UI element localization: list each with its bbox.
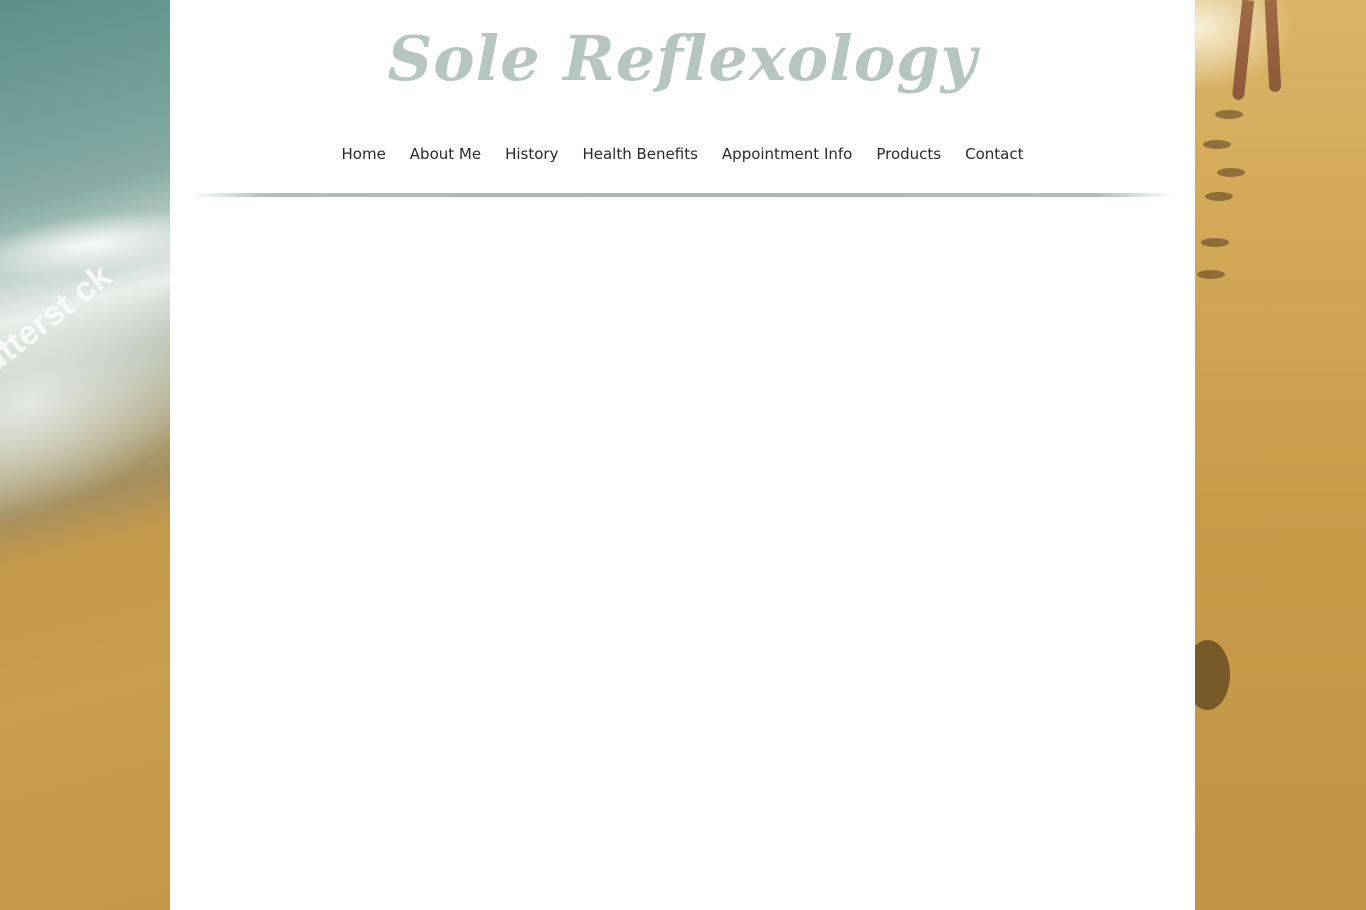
nav-item-history: History — [493, 143, 570, 165]
nav-link-appointment-info[interactable]: Appointment Info — [710, 143, 864, 165]
main-page: Sole Reflexology Home About Me History H… — [170, 0, 1195, 910]
nav-item-home: Home — [330, 143, 398, 165]
nav-link-contact[interactable]: Contact — [953, 143, 1035, 165]
nav-item-products: Products — [864, 143, 953, 165]
left-beach-photo: utterst ck — [0, 0, 170, 910]
footprint — [1203, 140, 1231, 149]
right-beach-photo — [1195, 0, 1366, 910]
nav-link-about-me[interactable]: About Me — [398, 143, 493, 165]
footprint — [1201, 238, 1229, 247]
site-title: Sole Reflexology — [387, 22, 978, 95]
nav-item-health-benefits: Health Benefits — [570, 143, 709, 165]
foot-shadow — [1195, 640, 1230, 710]
footprint — [1217, 168, 1245, 177]
nav-link-home[interactable]: Home — [330, 143, 398, 165]
content-area — [170, 205, 1195, 910]
nav-link-health-benefits[interactable]: Health Benefits — [570, 143, 709, 165]
nav-link-products[interactable]: Products — [864, 143, 953, 165]
nav-item-about-me: About Me — [398, 143, 493, 165]
nav-item-appointment-info: Appointment Info — [710, 143, 864, 165]
nav-link-history[interactable]: History — [493, 143, 570, 165]
nav-item-contact: Contact — [953, 143, 1035, 165]
footprint — [1197, 270, 1225, 279]
footprint — [1215, 110, 1243, 119]
header-divider — [190, 193, 1175, 197]
footprint — [1205, 192, 1233, 201]
main-navigation: Home About Me History Health Benefits Ap… — [170, 143, 1195, 165]
